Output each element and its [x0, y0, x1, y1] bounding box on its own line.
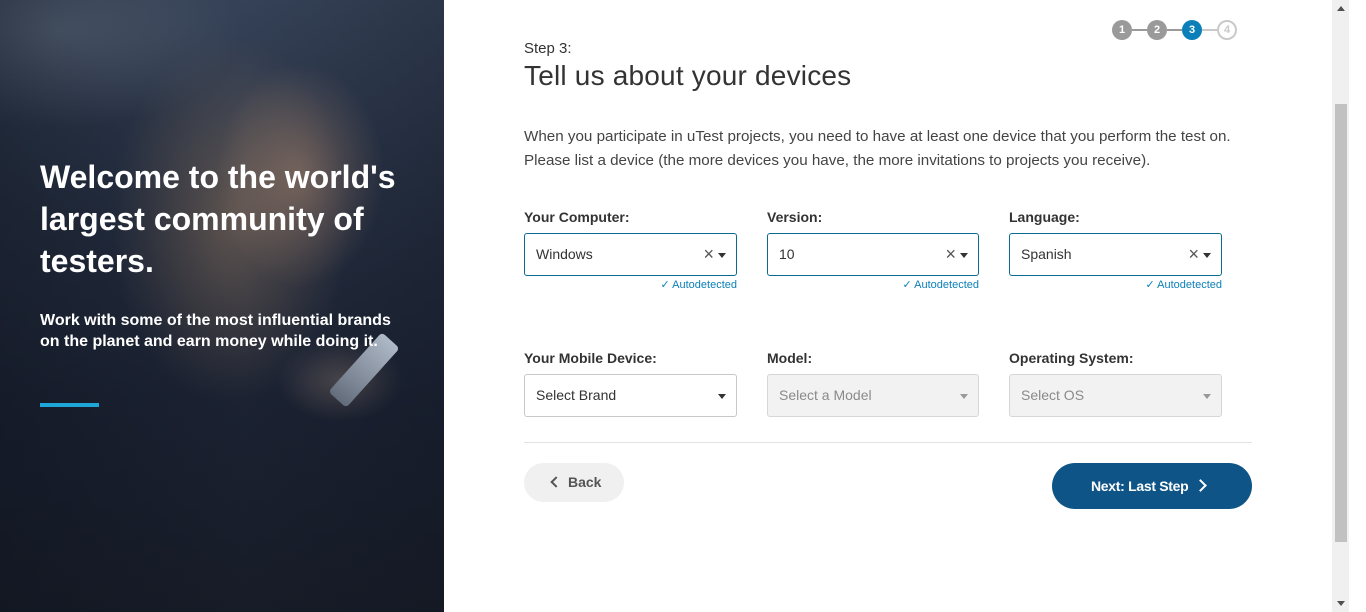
model-placeholder: Select a Model [779, 387, 872, 403]
language-label: Language: [1009, 209, 1080, 225]
language-select[interactable]: Spanish × [1009, 233, 1222, 276]
operating-system-label: Operating System: [1009, 350, 1134, 366]
step-connector [1202, 29, 1217, 31]
chevron-down-icon [960, 253, 968, 258]
operating-system-select[interactable]: Select OS [1009, 374, 1222, 417]
step-2: 2 [1147, 20, 1167, 40]
version-select[interactable]: 10 × [767, 233, 979, 276]
computer-os-value: Windows [536, 246, 593, 262]
version-value: 10 [779, 246, 795, 262]
version-label: Version: [767, 209, 823, 225]
chevron-down-icon [718, 394, 726, 399]
accent-bar [40, 403, 99, 407]
mobile-brand-select[interactable]: Select Brand [524, 374, 737, 417]
check-icon: ✓ [1145, 279, 1158, 291]
chevron-down-icon [1203, 394, 1211, 399]
divider [524, 442, 1252, 443]
step-connector [1167, 29, 1182, 31]
chevron-left-icon [550, 476, 562, 488]
hero-subtitle: Work with some of the most influential b… [40, 312, 391, 350]
check-icon: ✓ [660, 279, 673, 291]
model-label: Model: [767, 350, 813, 366]
chevron-down-icon [960, 394, 968, 399]
clear-icon[interactable]: × [1188, 234, 1199, 275]
scroll-up-arrow-icon[interactable] [1337, 6, 1345, 11]
step-4: 4 [1217, 20, 1237, 40]
operating-system-placeholder: Select OS [1021, 387, 1085, 403]
clear-icon[interactable]: × [703, 234, 714, 275]
language-value: Spanish [1021, 246, 1072, 262]
computer-label: Your Computer: [524, 209, 630, 225]
chevron-down-icon [1203, 253, 1211, 258]
chevron-right-icon [1194, 479, 1207, 492]
scrollbar-thumb[interactable] [1335, 104, 1347, 542]
autodetected-note: ✓ Autodetected [902, 279, 979, 291]
page-title: Tell us about your devices [524, 60, 852, 91]
mobile-device-label: Your Mobile Device: [524, 350, 657, 366]
model-select[interactable]: Select a Model [767, 374, 979, 417]
hero-panel: Welcome to the world's largest community… [0, 0, 444, 612]
next-button[interactable]: Next: Last Step [1052, 463, 1252, 509]
check-icon: ✓ [902, 279, 915, 291]
step-3-current: 3 [1182, 20, 1202, 40]
next-button-label: Next: Last Step [1091, 478, 1189, 494]
autodetected-note: ✓ Autodetected [1145, 279, 1222, 291]
computer-os-select[interactable]: Windows × [524, 233, 737, 276]
step-connector [1132, 29, 1147, 31]
step-1: 1 [1112, 20, 1132, 40]
intro-text: When you participate in uTest projects, … [524, 128, 1231, 169]
back-button-label: Back [568, 474, 602, 490]
step-label: Step 3: [524, 40, 572, 57]
back-button[interactable]: Back [524, 463, 624, 502]
autodetected-note: ✓ Autodetected [660, 279, 737, 291]
clear-icon[interactable]: × [945, 234, 956, 275]
scroll-down-arrow-icon[interactable] [1337, 601, 1345, 606]
chevron-down-icon [718, 253, 726, 258]
hero-background-image [0, 0, 444, 612]
mobile-brand-placeholder: Select Brand [536, 387, 617, 403]
hero-title: Welcome to the world's largest community… [40, 159, 396, 279]
